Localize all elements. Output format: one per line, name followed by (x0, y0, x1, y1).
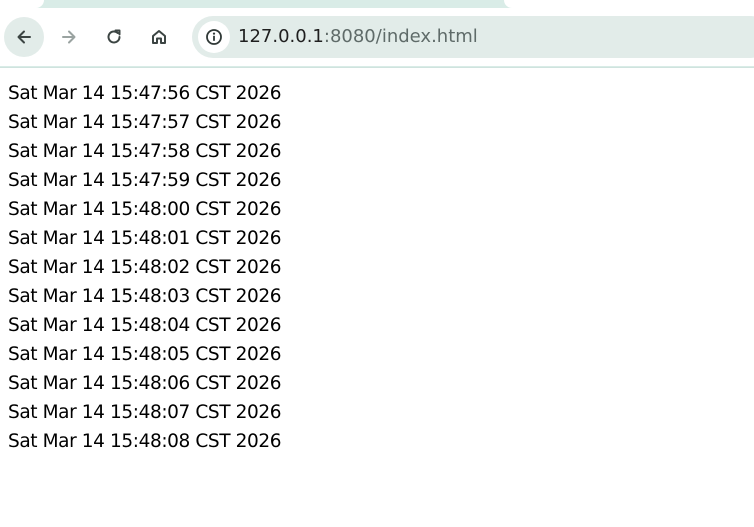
date-line: Sat Mar 14 15:48:06 CST 2026 (8, 373, 282, 394)
arrow-left-icon (17, 30, 31, 44)
tab-edge-left (0, 0, 44, 8)
browser-chrome: 127.0.0.1:8080/index.html (0, 0, 754, 68)
info-icon (206, 29, 222, 45)
site-info-button[interactable] (198, 21, 230, 53)
date-line: Sat Mar 14 15:47:56 CST 2026 (8, 83, 282, 104)
url-path: :8080/index.html (323, 26, 478, 47)
home-button[interactable] (139, 17, 179, 57)
date-line: Sat Mar 14 15:47:59 CST 2026 (8, 170, 282, 191)
reload-button[interactable] (94, 17, 134, 57)
toolbar: 127.0.0.1:8080/index.html (0, 8, 754, 66)
date-line: Sat Mar 14 15:48:03 CST 2026 (8, 286, 282, 307)
forward-button[interactable] (49, 17, 89, 57)
address-bar[interactable]: 127.0.0.1:8080/index.html (192, 16, 754, 58)
date-line: Sat Mar 14 15:48:07 CST 2026 (8, 402, 282, 423)
url-host: 127.0.0.1 (238, 26, 324, 47)
date-line: Sat Mar 14 15:47:57 CST 2026 (8, 112, 282, 133)
page-content: Sat Mar 14 15:47:56 CST 2026 Sat Mar 14 … (8, 79, 282, 456)
date-line: Sat Mar 14 15:48:05 CST 2026 (8, 344, 282, 365)
date-line: Sat Mar 14 15:47:58 CST 2026 (8, 141, 282, 162)
date-line: Sat Mar 14 15:48:04 CST 2026 (8, 315, 282, 336)
date-line: Sat Mar 14 15:48:00 CST 2026 (8, 199, 282, 220)
date-line: Sat Mar 14 15:48:01 CST 2026 (8, 228, 282, 249)
tab-edge-right (504, 0, 754, 8)
date-line: Sat Mar 14 15:48:08 CST 2026 (8, 431, 282, 452)
date-line: Sat Mar 14 15:48:02 CST 2026 (8, 257, 282, 278)
reload-icon (107, 29, 121, 44)
arrow-right-icon (62, 30, 76, 44)
url-text[interactable]: 127.0.0.1:8080/index.html (238, 26, 478, 48)
home-icon (152, 30, 166, 44)
tab-strip (0, 0, 754, 8)
back-button[interactable] (4, 17, 44, 57)
